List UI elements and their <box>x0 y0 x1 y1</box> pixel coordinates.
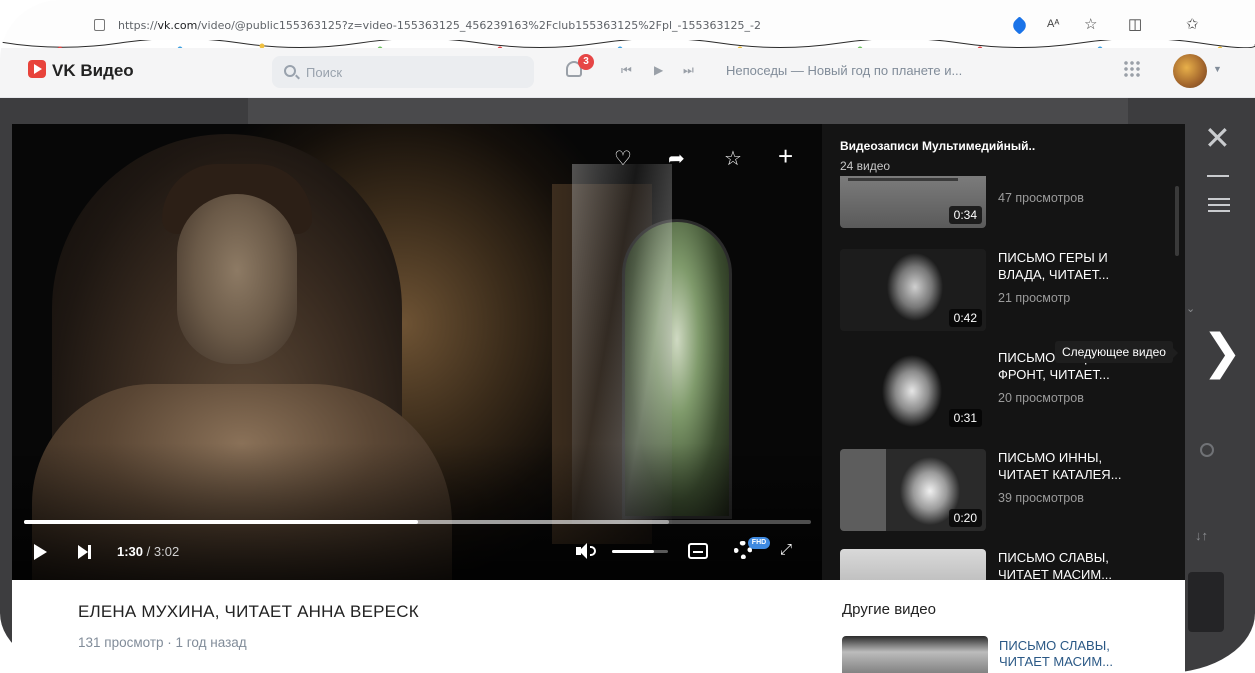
heart-icon[interactable]: ♡ <box>614 148 632 170</box>
quality-badge: FHD <box>748 537 770 549</box>
play-icon[interactable] <box>34 544 47 560</box>
fullscreen-icon[interactable]: ⤢ <box>780 540 792 558</box>
sort-icon: ↓↑ <box>1195 528 1208 543</box>
page-title: ЕЛЕНА МУХИНА, ЧИТАЕТ АННА ВЕРЕСК <box>78 602 419 621</box>
duration-badge: 0:34 <box>948 206 982 224</box>
video-thumbnail: 0:20 <box>840 449 986 531</box>
video-thumbnail: 0:42 <box>840 249 986 331</box>
duration-badge: 0:31 <box>948 409 982 427</box>
next-video-icon[interactable]: ❯ <box>1202 328 1242 376</box>
time-total: / 3:02 <box>143 544 180 559</box>
vk-video-logo-icon[interactable] <box>28 60 46 78</box>
app-title[interactable]: VK Видео <box>52 61 134 81</box>
now-playing-title[interactable]: Непоседы — Новый год по планете и... <box>726 63 962 78</box>
url-prefix: https:// <box>118 19 158 32</box>
background-thumbnail <box>1188 572 1224 632</box>
list-item[interactable]: 0:42 ПИСЬМО ГЕРЫ И ВЛАДА, ЧИТАЕТ... 21 п… <box>840 249 1180 331</box>
progress-bar[interactable] <box>24 520 811 524</box>
minimize-icon[interactable] <box>1207 175 1229 177</box>
mini-play-icon[interactable]: ▶ <box>654 63 663 77</box>
search-placeholder: Поиск <box>306 65 343 80</box>
close-icon[interactable]: ✕ <box>1204 122 1231 154</box>
collections-icon[interactable]: ◫ <box>1128 15 1142 33</box>
search-icon <box>284 65 296 77</box>
background-search-icon <box>1200 443 1214 457</box>
playlist-title[interactable]: Видеозаписи Мультимедийный.. <box>840 139 1035 153</box>
list-item[interactable]: 0:20 ПИСЬМО ИННЫ, ЧИТАЕТ КАТАЛЕЯ... 39 п… <box>840 449 1180 531</box>
video-thumbnail <box>840 549 986 580</box>
list-icon[interactable] <box>1208 198 1230 216</box>
other-videos-heading: Другие видео <box>842 601 936 618</box>
screenshot-frame: https://vk.com/video/@public155363125?z=… <box>0 0 1255 673</box>
view-count: 21 просмотр <box>998 291 1071 305</box>
duration-badge: 0:42 <box>948 309 982 327</box>
view-count: 47 просмотров <box>998 191 1084 205</box>
next-track-mini-icon[interactable]: ⏭ <box>683 63 694 78</box>
apps-icon[interactable] <box>1123 60 1141 78</box>
subtitles-icon[interactable] <box>688 543 708 559</box>
star-icon[interactable]: ☆ <box>724 148 742 170</box>
plus-icon[interactable]: + <box>778 143 793 169</box>
duration-badge: 0:20 <box>948 509 982 527</box>
video-thumbnail: 0:34 <box>840 176 986 228</box>
reader-icon[interactable]: Aᴬ <box>1047 18 1059 30</box>
video-title: ПИСЬМО ГЕРЫ И ВЛАДА, ЧИТАЕТ... <box>998 250 1110 282</box>
video-frame-vignette <box>12 124 822 580</box>
video-title: ПИСЬМО СЛАВЫ, ЧИТАЕТ МАСИМ... <box>998 550 1113 580</box>
view-count: 20 просмотров <box>998 391 1084 405</box>
search-input[interactable]: Поиск <box>272 56 534 88</box>
list-item[interactable]: 0:34 47 просмотров <box>840 176 1180 228</box>
playlist-count: 24 видео <box>840 159 891 173</box>
progress-played <box>24 520 418 524</box>
video-thumbnail: 0:31 <box>840 349 986 431</box>
volume-level <box>612 550 654 553</box>
video-meta: 131 просмотр · 1 год назад <box>78 635 247 650</box>
favorites-bar-icon[interactable]: ✩ <box>1186 15 1199 33</box>
time-current: 1:30 <box>117 544 144 559</box>
url-field[interactable]: https://vk.com/video/@public155363125?z=… <box>118 19 761 32</box>
list-item[interactable]: ПИСЬМО СЛАВЫ, ЧИТАЕТ МАСИМ... <box>840 549 1180 580</box>
time-display: 1:30 / 3:02 <box>117 544 179 559</box>
avatar[interactable] <box>1173 54 1207 88</box>
backdrop-page-strip <box>248 98 1128 124</box>
next-video-tooltip: Следующее видео <box>1055 341 1178 363</box>
next-track-icon[interactable] <box>78 545 92 559</box>
url-path: /video/@public155363125?z=video-15536312… <box>197 19 761 32</box>
notification-badge: 3 <box>578 54 594 70</box>
other-video-title[interactable]: ПИСЬМО СЛАВЫ, ЧИТАЕТ МАСИМ... <box>999 638 1129 670</box>
other-video-thumbnail[interactable] <box>842 636 988 673</box>
share-icon[interactable]: ➦ <box>668 148 685 170</box>
video-player[interactable] <box>12 124 822 580</box>
view-count: 39 просмотров <box>998 491 1084 505</box>
favorites-icon[interactable]: ☆ <box>1084 15 1097 33</box>
chevron-down-icon[interactable]: ▼ <box>1213 64 1222 74</box>
video-info-panel <box>12 580 822 673</box>
volume-slider[interactable] <box>612 550 668 553</box>
lock-icon[interactable] <box>94 19 105 31</box>
previous-track-icon[interactable]: ⏮ <box>621 63 632 78</box>
video-title: ПИСЬМО ИННЫ, ЧИТАЕТ КАТАЛЕЯ... <box>998 450 1122 482</box>
url-domain: vk.com <box>157 19 198 32</box>
